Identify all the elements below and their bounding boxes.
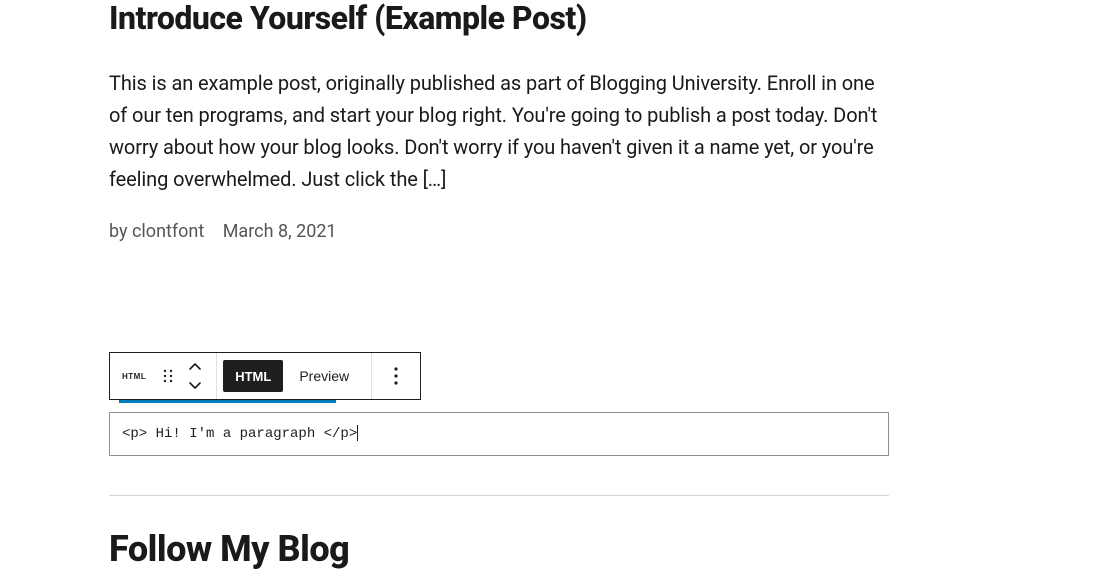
text-cursor	[357, 425, 358, 441]
section-divider	[109, 495, 889, 496]
tab-html[interactable]: HTML	[223, 360, 283, 392]
block-toolbar: HTML HTML Preview	[109, 352, 421, 400]
post-excerpt: This is an example post, originally publ…	[109, 67, 889, 195]
block-type-html-icon[interactable]: HTML	[110, 353, 156, 399]
code-content: <p> Hi! I'm a paragraph </p>	[122, 426, 357, 442]
post-author[interactable]: clontfont	[132, 221, 204, 242]
post-date[interactable]: March 8, 2021	[223, 221, 337, 242]
post-title[interactable]: Introduce Yourself (Example Post)	[109, 0, 889, 37]
html-code-editor[interactable]: <p> Hi! I'm a paragraph </p>	[109, 412, 889, 456]
more-options-icon[interactable]	[372, 353, 420, 399]
post-meta: by clontfont March 8, 2021	[109, 221, 889, 242]
tab-preview[interactable]: Preview	[283, 353, 365, 399]
move-down-icon[interactable]	[185, 377, 205, 393]
follow-heading: Follow My Blog	[109, 528, 349, 570]
move-up-icon[interactable]	[185, 359, 205, 375]
drag-handle-icon[interactable]	[156, 353, 180, 399]
byline-label: by	[109, 221, 128, 242]
